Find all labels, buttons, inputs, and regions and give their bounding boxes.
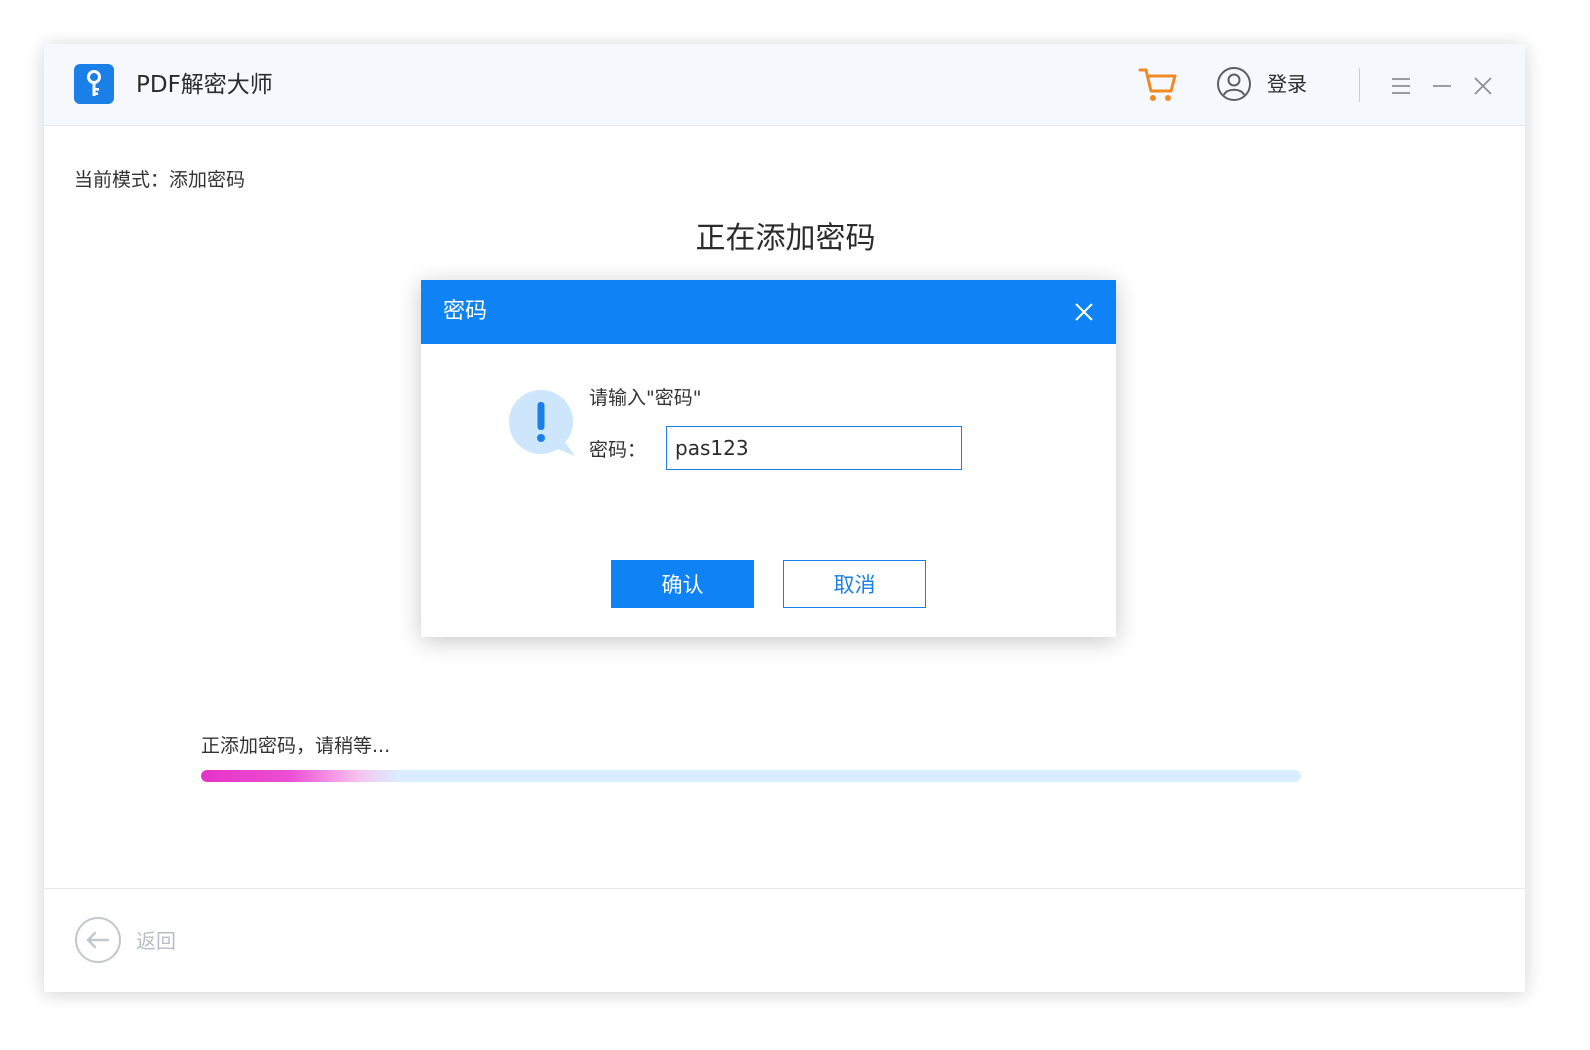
- confirm-button[interactable]: 确认: [611, 560, 754, 608]
- current-mode-label: 当前模式：添加密码: [74, 169, 246, 191]
- password-input[interactable]: [666, 426, 962, 470]
- app-title: PDF解密大师: [136, 72, 273, 98]
- dialog-close-icon[interactable]: [1070, 298, 1098, 326]
- footer-divider: [44, 888, 1525, 889]
- login-label: 登录: [1267, 72, 1307, 96]
- password-field-label: 密码：: [589, 439, 647, 461]
- exclamation-bubble-icon: [503, 386, 579, 462]
- user-icon: [1216, 66, 1252, 102]
- hamburger-menu-icon[interactable]: [1386, 71, 1416, 101]
- progress-bar: [201, 770, 1301, 782]
- titlebar-divider: [1359, 68, 1360, 102]
- password-dialog: 密码 请输入"密码" 密码： 确认 取消: [421, 280, 1116, 637]
- app-window: PDF解密大师 登录 当前模式：添加密码 正在添加密码 正添加密码，请稍等...…: [44, 44, 1525, 992]
- progress-status-text: 正添加密码，请稍等...: [201, 735, 391, 757]
- dialog-header: 密码: [421, 280, 1116, 344]
- title-bar: PDF解密大师 登录: [44, 44, 1525, 126]
- dialog-title: 密码: [443, 299, 488, 324]
- progress-bar-fill: [201, 770, 399, 782]
- shopping-cart-icon[interactable]: [1138, 66, 1178, 104]
- dialog-prompt: 请输入"密码": [589, 387, 702, 409]
- page-heading: 正在添加密码: [695, 221, 876, 256]
- minimize-icon[interactable]: [1427, 71, 1457, 101]
- close-icon[interactable]: [1468, 71, 1498, 101]
- key-icon: [74, 64, 114, 104]
- arrow-left-circle-icon: [74, 916, 122, 964]
- back-label: 返回: [136, 929, 176, 953]
- cancel-button[interactable]: 取消: [783, 560, 926, 608]
